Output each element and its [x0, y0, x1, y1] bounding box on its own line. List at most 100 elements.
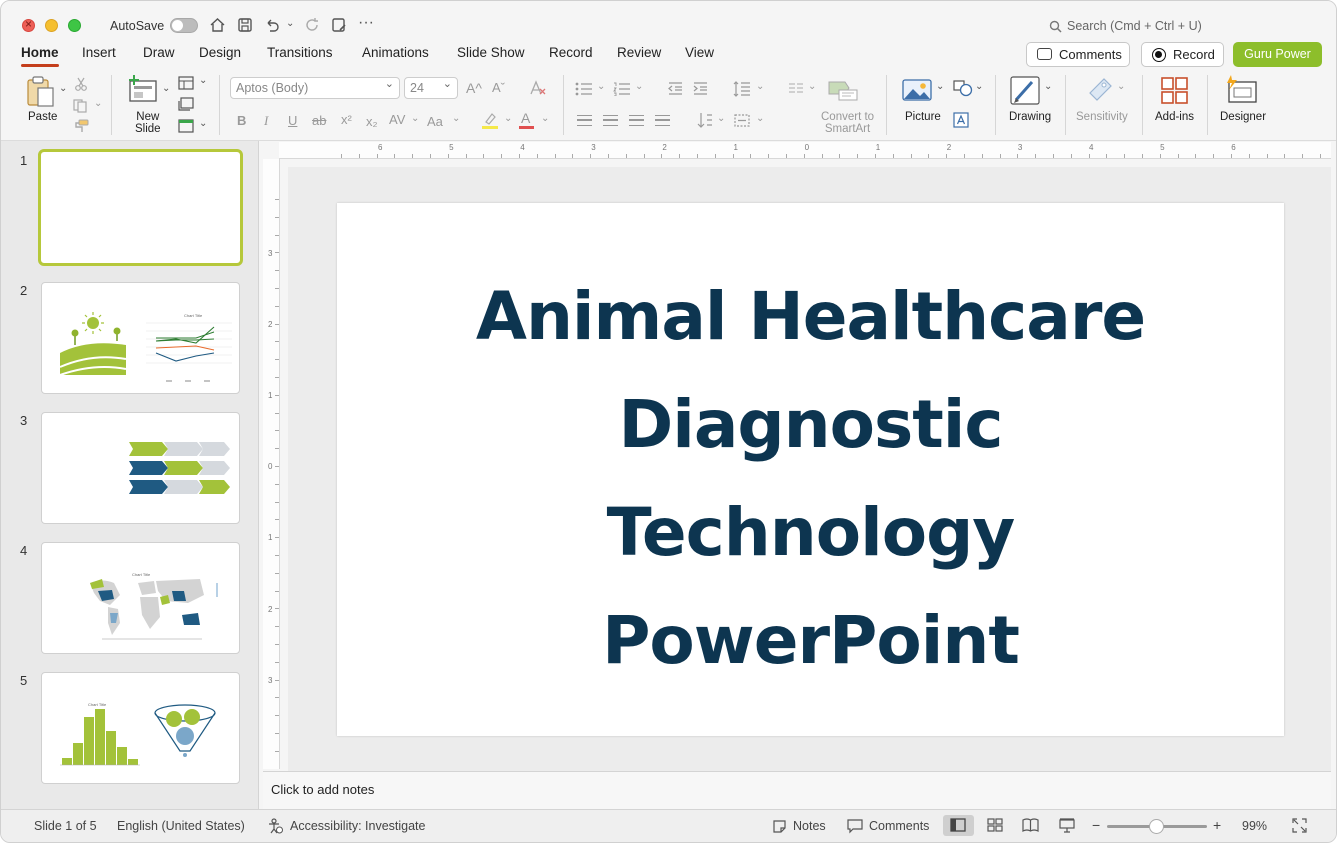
notes-pane[interactable]: Click to add notes — [263, 771, 1331, 809]
tab-record[interactable]: Record — [549, 45, 593, 60]
redo-icon[interactable] — [304, 17, 320, 33]
customize-save-icon[interactable] — [331, 17, 347, 33]
accessibility-status[interactable]: Accessibility: Investigate — [290, 819, 425, 833]
paste-dropdown-chevron-icon[interactable]: ⌄ — [59, 83, 67, 94]
section-dropdown-chevron-icon[interactable]: ⌄ — [199, 118, 207, 129]
tab-view[interactable]: View — [685, 45, 714, 60]
comments-button[interactable]: Comments — [1026, 42, 1130, 67]
tab-animations[interactable]: Animations — [362, 45, 429, 60]
clipboard-icon[interactable] — [26, 76, 56, 108]
format-painter-icon[interactable] — [73, 119, 89, 133]
strikethrough-button[interactable]: ab — [312, 113, 326, 128]
font-color-dropdown-chevron-icon[interactable]: ⌄ — [541, 113, 549, 124]
zoom-out-button[interactable]: − — [1092, 817, 1100, 833]
italic-button[interactable]: I — [264, 113, 268, 129]
tab-insert[interactable]: Insert — [82, 45, 116, 60]
slide-thumbnail-4[interactable]: Chart Title — [41, 542, 240, 654]
layout-icon[interactable] — [178, 76, 194, 90]
bullets-icon[interactable] — [575, 82, 593, 96]
slide-thumbnail-3[interactable] — [41, 412, 240, 524]
zoom-window-button[interactable] — [68, 19, 81, 32]
align-text-icon[interactable] — [733, 112, 751, 129]
new-slide-icon[interactable] — [128, 75, 158, 105]
slide-thumbnails-panel[interactable]: 1 2 Chart Title 3 4 Chart Title 5 Chart … — [1, 141, 259, 809]
tab-design[interactable]: Design — [199, 45, 241, 60]
drawing-dropdown-chevron-icon[interactable]: ⌄ — [1044, 81, 1052, 92]
zoom-in-button[interactable]: + — [1213, 817, 1221, 833]
line-spacing-icon[interactable] — [733, 81, 751, 97]
sensitivity-label[interactable]: Sensitivity — [1076, 111, 1128, 123]
record-button[interactable]: Record — [1141, 42, 1224, 67]
section-icon[interactable] — [178, 119, 194, 133]
save-icon[interactable] — [237, 17, 253, 33]
search-input[interactable]: Search (Cmd + Ctrl + U) — [1067, 19, 1202, 33]
zoom-percentage[interactable]: 99% — [1242, 819, 1267, 833]
undo-dropdown-chevron-icon[interactable]: ⌄ — [286, 18, 294, 29]
increase-indent-icon[interactable] — [693, 82, 708, 95]
designer-icon[interactable] — [1225, 75, 1258, 105]
new-slide-dropdown-chevron-icon[interactable]: ⌄ — [162, 83, 170, 94]
align-center-icon[interactable] — [603, 115, 618, 126]
align-right-icon[interactable] — [629, 115, 644, 126]
superscript-button[interactable]: x² — [341, 112, 352, 127]
justify-icon[interactable] — [655, 115, 670, 126]
text-direction-icon[interactable] — [697, 112, 713, 129]
case-dropdown-chevron-icon[interactable]: ⌄ — [452, 113, 460, 124]
slide-show-view-icon[interactable] — [1059, 818, 1075, 833]
comments-toggle-button[interactable]: Comments — [869, 819, 929, 833]
grow-font-icon[interactable]: A^ — [466, 80, 482, 96]
accessibility-icon[interactable] — [268, 818, 283, 834]
current-slide[interactable]: Animal Healthcare Diagnostic Technology … — [337, 203, 1284, 736]
slide-thumbnail-1[interactable] — [38, 149, 243, 266]
columns-dropdown-chevron-icon[interactable]: ⌄ — [808, 81, 816, 92]
sensitivity-dropdown-chevron-icon[interactable]: ⌄ — [1117, 81, 1125, 92]
shapes-dropdown-chevron-icon[interactable]: ⌄ — [975, 81, 983, 92]
language-status[interactable]: English (United States) — [117, 819, 245, 833]
slide-thumbnail-5[interactable]: Chart Title — [41, 672, 240, 784]
add-ins-icon[interactable] — [1160, 76, 1189, 105]
tab-home[interactable]: Home — [21, 45, 59, 60]
character-spacing-button[interactable]: AV — [389, 112, 405, 127]
font-size-select[interactable]: 24 — [404, 77, 458, 99]
font-name-select[interactable]: Aptos (Body) — [230, 77, 400, 99]
numbering-dropdown-chevron-icon[interactable]: ⌄ — [635, 81, 643, 92]
close-window-button[interactable] — [22, 17, 35, 32]
shrink-font-icon[interactable]: Aˇ — [492, 80, 505, 95]
zoom-slider-handle[interactable] — [1149, 819, 1164, 834]
bullets-dropdown-chevron-icon[interactable]: ⌄ — [597, 81, 605, 92]
font-color-icon[interactable]: A — [521, 110, 530, 126]
undo-icon[interactable] — [264, 17, 280, 33]
tab-review[interactable]: Review — [617, 45, 661, 60]
subscript-button[interactable]: x₂ — [366, 114, 378, 129]
vertical-ruler[interactable]: 3 2 1 0 1 2 3 — [263, 159, 280, 769]
slide-sorter-view-icon[interactable] — [987, 818, 1003, 832]
home-icon[interactable] — [209, 17, 226, 33]
convert-smartart-label[interactable]: Convert to SmartArt — [821, 111, 874, 135]
normal-view-icon[interactable] — [950, 818, 966, 832]
sensitivity-icon[interactable] — [1086, 75, 1114, 105]
layout-dropdown-chevron-icon[interactable]: ⌄ — [199, 75, 207, 86]
cut-icon[interactable] — [74, 77, 88, 91]
tab-draw[interactable]: Draw — [143, 45, 175, 60]
columns-icon[interactable] — [788, 83, 804, 93]
spacing-dropdown-chevron-icon[interactable]: ⌄ — [411, 113, 419, 124]
horizontal-ruler[interactable]: 6 5 4 3 2 1 0 1 2 3 4 5 6 — [279, 142, 1331, 159]
minimize-window-button[interactable] — [45, 19, 58, 32]
notes-icon[interactable] — [772, 819, 787, 834]
align-left-icon[interactable] — [577, 115, 592, 126]
change-case-button[interactable]: Aa — [427, 114, 443, 129]
bold-button[interactable]: B — [237, 113, 246, 128]
align-text-dropdown-chevron-icon[interactable]: ⌄ — [756, 113, 764, 124]
text-box-icon[interactable] — [953, 112, 969, 128]
underline-button[interactable]: U — [288, 113, 297, 128]
notes-toggle-button[interactable]: Notes — [793, 819, 826, 833]
decrease-indent-icon[interactable] — [668, 82, 683, 95]
fit-to-window-icon[interactable] — [1292, 818, 1307, 833]
text-direction-dropdown-chevron-icon[interactable]: ⌄ — [717, 113, 725, 124]
more-options-icon[interactable]: ··· — [358, 14, 374, 32]
numbering-icon[interactable] — [613, 82, 631, 96]
slide-thumbnail-2[interactable]: Chart Title — [41, 282, 240, 394]
reset-slide-icon[interactable] — [178, 97, 194, 111]
reading-view-icon[interactable] — [1022, 818, 1039, 832]
copy-dropdown-chevron-icon[interactable]: ⌄ — [94, 98, 102, 109]
